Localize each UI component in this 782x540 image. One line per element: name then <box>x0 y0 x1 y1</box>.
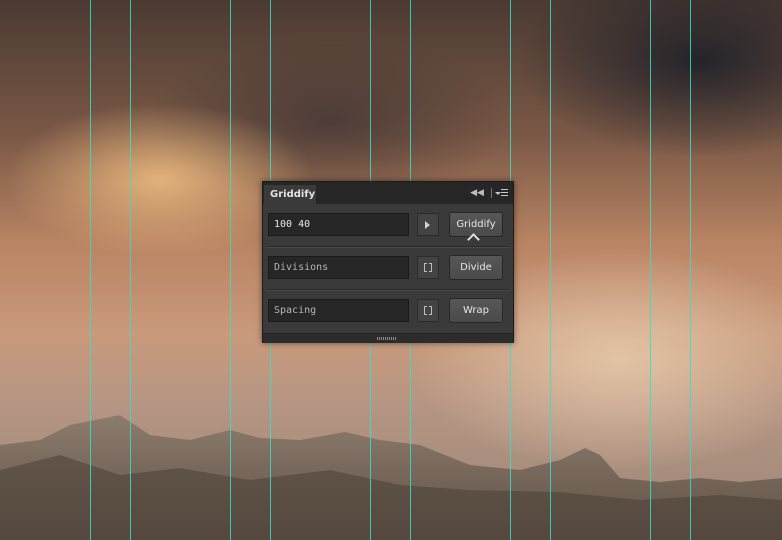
run-button[interactable] <box>417 213 439 236</box>
griddify-input[interactable] <box>268 213 409 236</box>
griddify-button[interactable]: Griddify <box>449 212 503 237</box>
guide-line <box>230 0 231 540</box>
flyout-menu-icon[interactable] <box>491 187 509 199</box>
divisions-option-button[interactable] <box>417 256 439 279</box>
play-arrow-icon <box>425 221 430 229</box>
divisions-input[interactable] <box>268 256 409 279</box>
guide-line <box>550 0 551 540</box>
bracket-icon <box>424 263 432 272</box>
wrap-button[interactable]: Wrap <box>449 298 503 323</box>
panel-footer <box>263 333 513 343</box>
griddify-row: Griddify <box>263 206 513 246</box>
divider <box>267 246 509 248</box>
griddify-panel: Griddify ◀◀ Griddify Divide Wrap <box>262 181 514 343</box>
guide-line <box>690 0 691 540</box>
divide-row: Divide <box>263 249 513 287</box>
resize-grip-icon[interactable] <box>377 337 397 340</box>
bracket-icon <box>424 306 432 315</box>
divide-button[interactable]: Divide <box>449 255 503 280</box>
double-chevron-left-icon[interactable]: ◀◀ <box>470 187 484 199</box>
spacing-option-button[interactable] <box>417 299 439 322</box>
guide-line <box>90 0 91 540</box>
panel-tab[interactable]: Griddify <box>264 185 316 204</box>
spacing-input[interactable] <box>268 299 409 322</box>
guide-line <box>650 0 651 540</box>
guide-line <box>130 0 131 540</box>
wrap-row: Wrap <box>263 292 513 330</box>
panel-header: Griddify ◀◀ <box>263 182 513 204</box>
divider <box>267 289 509 291</box>
